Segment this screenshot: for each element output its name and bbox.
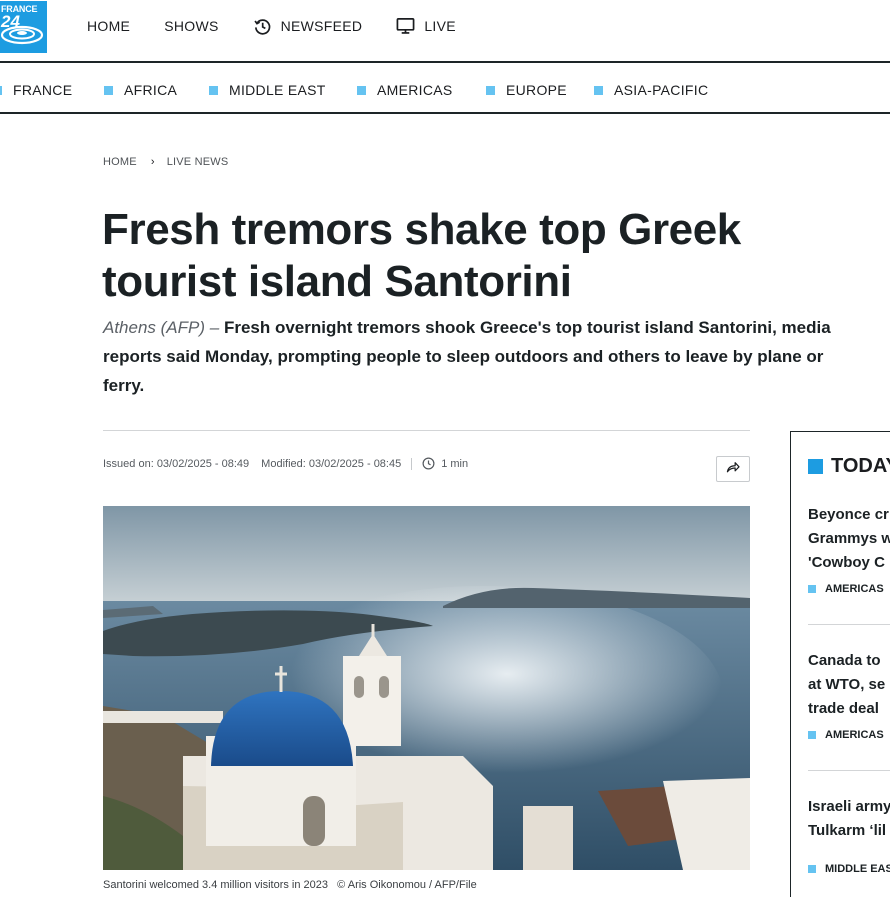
region-marker [104,85,113,95]
nav-live[interactable]: LIVE [396,17,456,35]
region-americas[interactable]: AMERICAS [357,82,453,98]
region-marker [357,85,366,95]
story-headline-line[interactable]: Beyonce cr [808,503,890,527]
story-region-label: AMERICAS [825,729,884,741]
region-france-label: FRANCE [13,82,73,98]
read-time: 1 min [441,457,469,470]
dateline: Athens (AFP) – [103,318,220,337]
nav-home[interactable]: HOME [87,18,130,34]
region-asia-pacific-label: ASIA-PACIFIC [614,82,709,98]
story-headline-line[interactable]: at WTO, se [808,673,890,697]
story-headline-line[interactable]: 'Cowboy C [808,551,890,575]
story-region-label: MIDDLE EAS [825,863,890,875]
article-meta: Issued on: 03/02/2025 - 08:49 Modified: … [103,457,468,470]
story-region-label: AMERICAS [825,583,884,595]
region-marker [486,85,495,95]
story-region-tag[interactable]: AMERICAS [808,583,890,595]
region-middle-east[interactable]: MIDDLE EAST [209,82,326,98]
sidebar-divider [808,624,890,625]
sidebar-story[interactable]: Beyonce cr Grammys w 'Cowboy C AMERICAS [808,503,890,595]
region-asia-pacific[interactable]: ASIA-PACIFIC [594,82,708,98]
photo-credit: © Aris Oikonomou / AFP/File [337,879,477,891]
meta-separator [411,457,413,470]
nav-newsfeed-label: NEWSFEED [280,18,363,34]
region-africa[interactable]: AFRICA [104,82,177,98]
sidebar-story[interactable]: Israeli army Tulkarm ‘lil MIDDLE EAS [808,795,890,875]
tv-icon [396,17,415,35]
story-headline-line[interactable]: Tulkarm ‘lil [808,819,890,843]
share-button[interactable] [716,456,750,482]
france24-logo[interactable]: FRANCE 24 [0,1,47,53]
nav-newsfeed[interactable]: NEWSFEED [253,17,363,36]
today-sidebar: TODAY Beyonce cr Grammys w 'Cowboy C AME… [790,431,890,897]
story-region-tag[interactable]: AMERICAS [808,729,890,741]
nav-shows-label: SHOWS [164,18,219,34]
divider [103,430,750,431]
logo-swirl-icon [0,25,44,45]
story-headline-line[interactable]: Canada to [808,649,890,673]
region-europe-label: EUROPE [506,82,567,98]
region-marker [808,731,816,739]
region-france[interactable]: FRANCE [0,82,72,98]
heading-marker [808,459,823,474]
sidebar-heading: TODAY [808,455,890,478]
region-marker [209,85,218,95]
story-headline-line[interactable]: Israeli army [808,795,890,819]
main-nav: HOME SHOWS NEWSFEED LIVE [87,16,490,36]
region-marker [594,85,603,95]
region-americas-label: AMERICAS [377,82,453,98]
issued-date: Issued on: 03/02/2025 - 08:49 [103,457,250,470]
story-headline-line[interactable]: Grammys w [808,527,890,551]
photo-caption: Santorini welcomed 3.4 million visitors … [103,879,477,891]
caption-text: Santorini welcomed 3.4 million visitors … [103,879,328,891]
nav-home-label: HOME [87,18,131,34]
story-headline-line[interactable]: trade deal [808,697,890,721]
share-icon [726,460,740,478]
article-photo [103,506,750,870]
story-region-tag[interactable]: MIDDLE EAS [808,863,890,875]
region-africa-label: AFRICA [124,82,178,98]
history-icon [253,17,272,36]
region-marker [808,585,816,593]
modified-date: Modified: 03/02/2025 - 08:45 [261,457,402,470]
article-title: Fresh tremors shake top Greek tourist is… [102,205,741,306]
breadcrumb-home[interactable]: HOME [103,156,137,168]
breadcrumb-section[interactable]: LIVE NEWS [167,156,229,168]
article-lead: Athens (AFP) – Fresh overnight tremors s… [103,313,868,400]
santorini-photo-illustration [103,506,750,870]
region-middle-east-label: MIDDLE EAST [229,82,326,98]
region-europe[interactable]: EUROPE [486,82,567,98]
region-nav: FRANCE AFRICA MIDDLE EAST AMERICAS EUROP… [0,65,890,114]
sidebar-divider [808,770,890,771]
sidebar-story[interactable]: Canada to at WTO, se trade deal AMERICAS [808,649,890,741]
sidebar-heading-label: TODAY [831,455,890,477]
clock-icon [422,457,435,470]
region-marker [808,865,816,873]
top-bar: FRANCE 24 HOME SHOWS NEWSFEED LIVE [0,0,890,63]
nav-live-label: LIVE [424,18,456,34]
chevron-right-icon: › [150,156,155,168]
breadcrumb: HOME › LIVE NEWS [103,156,228,168]
region-marker [0,85,2,95]
nav-shows[interactable]: SHOWS [164,18,218,34]
